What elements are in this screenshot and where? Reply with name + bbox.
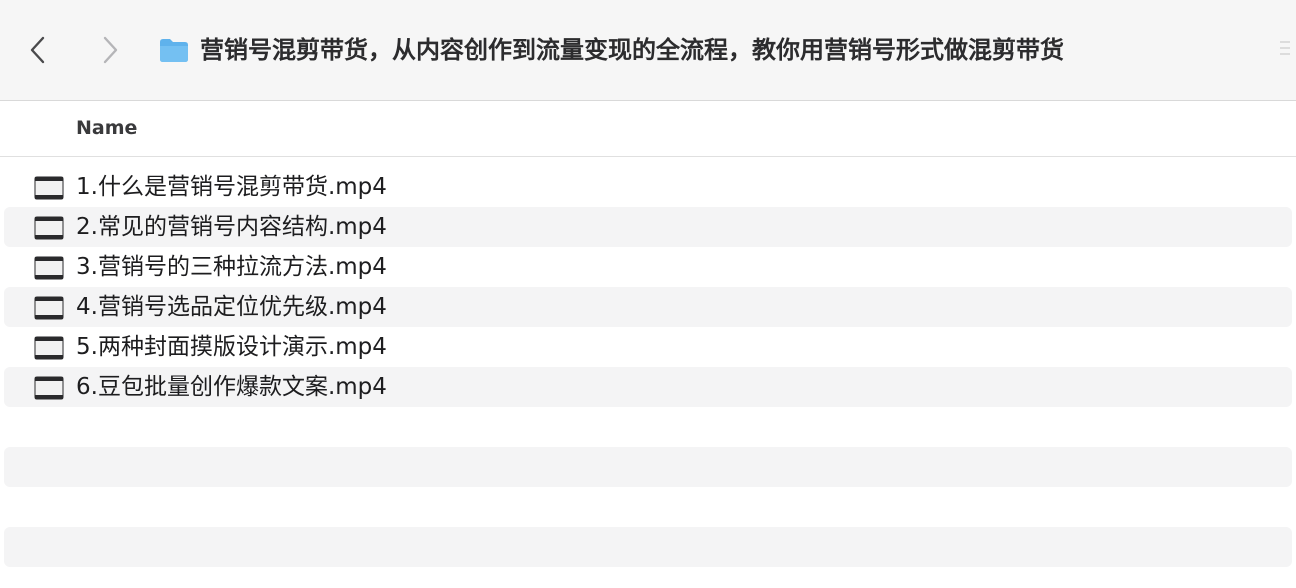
toolbar-overflow-icon[interactable] — [1278, 38, 1292, 64]
empty-row — [4, 527, 1292, 567]
file-name: 5.两种封面摸版设计演示.mp4 — [76, 334, 387, 360]
file-name: 1.什么是营销号混剪带货.mp4 — [76, 174, 387, 200]
folder-icon — [160, 39, 188, 62]
toolbar: 营销号混剪带货，从内容创作到流量变现的全流程，教你用营销号形式做混剪带货 — [0, 0, 1296, 101]
empty-row — [4, 487, 1292, 527]
forward-button[interactable] — [90, 30, 130, 70]
chevron-right-icon — [103, 36, 118, 64]
finder-window: 营销号混剪带货，从内容创作到流量变现的全流程，教你用营销号形式做混剪带货 Nam… — [0, 0, 1296, 588]
file-name: 3.营销号的三种拉流方法.mp4 — [76, 254, 387, 280]
file-row[interactable]: 4.营销号选品定位优先级.mp4 — [4, 287, 1292, 327]
file-list: 1.什么是营销号混剪带货.mp4 2.常见的营销号内容结构.mp4 3.营销号的… — [0, 167, 1296, 567]
video-file-icon — [34, 216, 64, 240]
file-row[interactable]: 5.两种封面摸版设计演示.mp4 — [4, 327, 1292, 367]
file-name: 4.营销号选品定位优先级.mp4 — [76, 294, 387, 320]
file-name: 2.常见的营销号内容结构.mp4 — [76, 214, 387, 240]
window-title: 营销号混剪带货，从内容创作到流量变现的全流程，教你用营销号形式做混剪带货 — [200, 36, 1064, 64]
chevron-left-icon — [30, 36, 45, 64]
empty-row — [4, 407, 1292, 447]
file-name: 6.豆包批量创作爆款文案.mp4 — [76, 374, 387, 400]
video-file-icon — [34, 376, 64, 400]
file-row[interactable]: 2.常见的营销号内容结构.mp4 — [4, 207, 1292, 247]
video-file-icon — [34, 336, 64, 360]
file-row[interactable]: 3.营销号的三种拉流方法.mp4 — [4, 247, 1292, 287]
column-header: Name — [0, 101, 1296, 157]
column-header-name[interactable]: Name — [76, 117, 137, 139]
video-file-icon — [34, 296, 64, 320]
file-row[interactable]: 6.豆包批量创作爆款文案.mp4 — [4, 367, 1292, 407]
video-file-icon — [34, 176, 64, 200]
back-button[interactable] — [18, 30, 58, 70]
file-row[interactable]: 1.什么是营销号混剪带货.mp4 — [4, 167, 1292, 207]
empty-row — [4, 447, 1292, 487]
video-file-icon — [34, 256, 64, 280]
